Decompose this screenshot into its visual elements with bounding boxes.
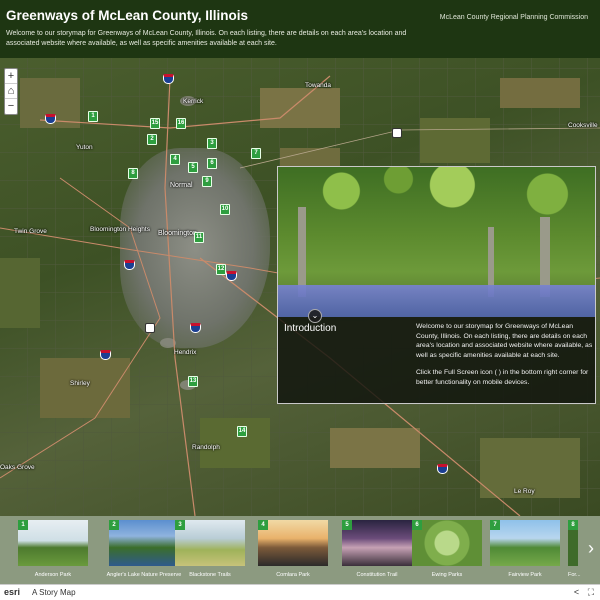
photo-bluebells xyxy=(278,285,595,317)
map-pin[interactable]: 3 xyxy=(207,138,217,149)
map-pin[interactable]: 6 xyxy=(207,158,217,169)
card-name: Blackstone Trails xyxy=(189,572,231,578)
interstate-shield xyxy=(100,350,111,360)
organization-link[interactable]: McLean County Regional Planning Commissi… xyxy=(440,14,588,21)
footer: esri A Story Map < ⛶ xyxy=(0,584,600,600)
card-name: For... xyxy=(568,572,581,578)
footer-icons: < ⛶ xyxy=(568,587,594,598)
page-title: Greenways of McLean County, Illinois xyxy=(6,8,249,23)
interstate-shield xyxy=(45,114,56,124)
carousel-card[interactable]: 1 Anderson Park xyxy=(18,520,102,582)
map-pin[interactable]: 1 xyxy=(88,111,98,122)
introduction-title: Introduction xyxy=(284,323,337,334)
photo-trunk xyxy=(298,207,306,297)
card-number: 7 xyxy=(490,520,500,530)
card-thumbnail xyxy=(109,520,179,566)
share-icon[interactable]: < xyxy=(574,587,579,597)
card-number: 3 xyxy=(175,520,185,530)
town-label: Bloomington xyxy=(158,230,197,237)
carousel-card[interactable]: 3 Blackstone Trails xyxy=(175,520,259,582)
introduction-paragraph: Welcome to our storymap for Greenways of… xyxy=(416,323,593,359)
card-thumbnail xyxy=(412,520,482,566)
town-label: Shirley xyxy=(70,380,90,387)
card-number: 2 xyxy=(109,520,119,530)
card-number: 8 xyxy=(568,520,578,530)
card-name: Fairview Park xyxy=(508,572,542,578)
interstate-shield xyxy=(163,74,174,84)
town-label: Twin Grove xyxy=(14,228,47,235)
town-label: Yuton xyxy=(76,144,93,151)
introduction-photo xyxy=(278,167,595,317)
esri-logo[interactable]: esri xyxy=(4,587,20,597)
map-pin[interactable]: 7 xyxy=(251,148,261,159)
carousel-card[interactable]: 4 Comlara Park xyxy=(258,520,342,582)
card-number: 6 xyxy=(412,520,422,530)
card-name: Ewing Parks xyxy=(431,572,463,578)
header-description: Welcome to our storymap for Greenways of… xyxy=(6,30,407,47)
map-pin[interactable]: 11 xyxy=(194,232,204,243)
map-pin[interactable]: 9 xyxy=(202,176,212,187)
map-pin[interactable]: 12 xyxy=(216,264,226,275)
map-pin[interactable]: 8 xyxy=(128,168,138,179)
chevron-right-icon[interactable]: › xyxy=(588,538,594,559)
card-thumbnail xyxy=(342,520,412,566)
card-name: Anderson Park xyxy=(34,572,72,578)
story-map-app: Greenways of McLean County, Illinois Wel… xyxy=(0,0,600,600)
map-pin[interactable]: 5 xyxy=(188,162,198,173)
card-number: 5 xyxy=(342,520,352,530)
town-label: Kerrick xyxy=(183,98,204,105)
town-label: Normal xyxy=(170,182,193,189)
card-name: Comlara Park xyxy=(276,572,310,578)
card-thumbnail xyxy=(258,520,328,566)
card-number: 4 xyxy=(258,520,268,530)
map-pin[interactable]: 4 xyxy=(170,154,180,165)
zoom-in-button[interactable]: + xyxy=(5,69,17,84)
place-carousel: 1 Anderson Park 2 Angler's Lake Nature P… xyxy=(0,516,600,584)
card-thumbnail xyxy=(175,520,245,566)
home-button[interactable]: ⌂ xyxy=(5,84,17,99)
town-label: Cooksville xyxy=(568,122,598,129)
card-thumbnail xyxy=(490,520,560,566)
us-route-shield xyxy=(145,323,155,333)
map-pin[interactable]: 14 xyxy=(237,426,247,437)
card-number: 1 xyxy=(18,520,28,530)
interstate-shield xyxy=(190,323,201,333)
zoom-control: + ⌂ − xyxy=(4,68,18,115)
town-label: Bloomington Heights xyxy=(90,226,150,233)
map-pin[interactable]: 2 xyxy=(147,134,157,145)
carousel-card[interactable]: 7 Fairview Park xyxy=(490,520,574,582)
interstate-shield xyxy=(226,271,237,281)
town-label: Le Roy xyxy=(514,488,535,495)
chevron-down-icon[interactable]: ⌄ xyxy=(308,309,322,323)
town-label: Hendrix xyxy=(174,349,197,356)
introduction-panel: ⌄ Introduction Welcome to our storymap f… xyxy=(277,166,596,404)
map-pin[interactable]: 16 xyxy=(176,118,186,129)
town-label: Randolph xyxy=(192,444,220,451)
header: Greenways of McLean County, Illinois Wel… xyxy=(0,0,600,58)
town-label: Oaks Grove xyxy=(0,464,35,471)
town-label: Towanda xyxy=(305,82,332,89)
zoom-out-button[interactable]: − xyxy=(5,99,17,114)
story-map-label: A Story Map xyxy=(32,588,76,597)
interstate-shield xyxy=(437,464,448,474)
map-pin[interactable]: 13 xyxy=(188,376,198,387)
card-thumbnail xyxy=(18,520,88,566)
introduction-text: Welcome to our storymap for Greenways of… xyxy=(416,322,594,387)
interstate-shield xyxy=(124,260,135,270)
map-pin[interactable]: 10 xyxy=(220,204,230,215)
us-route-shield xyxy=(392,128,402,138)
introduction-paragraph: Click the Full Screen icon ( ) in the bo… xyxy=(416,369,589,386)
fullscreen-icon[interactable]: ⛶ xyxy=(588,587,594,597)
map-pin[interactable]: 15 xyxy=(150,118,160,129)
